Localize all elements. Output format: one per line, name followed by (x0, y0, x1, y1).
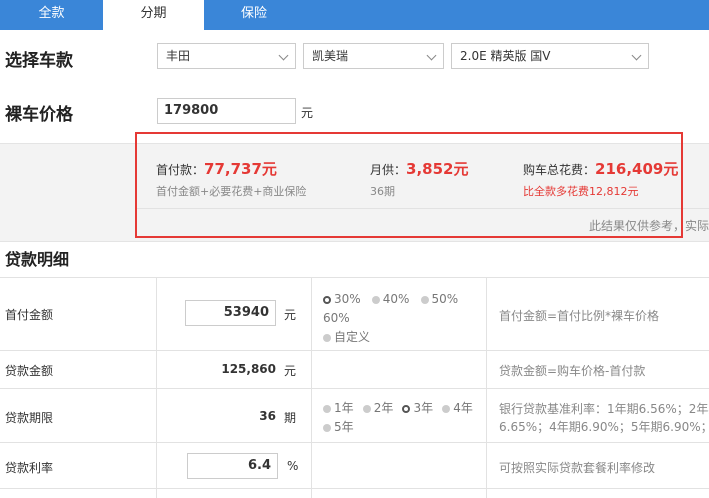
loan-term-note-line: 6.65%；4年期6.90%；5年期6.90%； (499, 420, 709, 434)
table-divider (0, 388, 709, 389)
table-column-divider (156, 277, 157, 498)
radio-option-label: 30% (334, 292, 361, 306)
loan-term-unit: 期 (284, 411, 297, 425)
radio-icon (371, 295, 380, 304)
loan-amount-value: 125,860 (221, 362, 276, 376)
loan-term-note: 银行贷款基准利率：1年期6.56%；2年期 6.65%；4年期6.90%；5年期… (499, 400, 709, 436)
radio-option[interactable]: 40% (371, 292, 410, 306)
row-label-loan-amount: 贷款金额 (5, 364, 54, 378)
table-column-divider (311, 277, 312, 498)
table-divider (0, 442, 709, 443)
loan-term-value: 36 (259, 409, 276, 423)
radio-option[interactable]: 4年 (442, 401, 473, 415)
select-model-label: 选择车款 (5, 51, 73, 71)
radio-option-label: 40% (382, 292, 410, 306)
radio-option-label: 5年 (334, 420, 354, 434)
radio-option[interactable]: 5年 (323, 420, 354, 434)
radio-option-label: 4年 (453, 401, 473, 415)
tab-label: 保险 (241, 6, 268, 21)
radio-option[interactable]: 1年 (323, 401, 354, 415)
radio-icon (362, 404, 371, 413)
radio-option[interactable]: 2年 (362, 401, 394, 415)
radio-icon (420, 295, 429, 304)
table-divider (0, 350, 709, 351)
loan-amount-note: 贷款金额=购车价格-首付款 (499, 364, 646, 378)
down-payment-input[interactable]: 53940 (185, 300, 276, 326)
loan-amount-unit: 元 (284, 364, 297, 378)
row-label-interest-rate: 贷款利率 (5, 461, 54, 475)
brand-select-value: 丰田 (166, 49, 191, 63)
tab-insurance[interactable]: 保险 (204, 0, 709, 30)
loan-term-note-line: 银行贷款基准利率：1年期6.56%；2年期 (499, 402, 709, 416)
highlight-box (135, 132, 683, 238)
tab-full-payment[interactable]: 全款 (0, 0, 103, 30)
radio-option-label: 2年 (373, 401, 394, 415)
interest-rate-note: 可按照实际贷款套餐利率修改 (499, 461, 656, 475)
loan-term-options: 1年 2年 3年 4年 5年 (323, 398, 486, 436)
interest-rate-unit: % (287, 459, 299, 473)
radio-icon (323, 333, 331, 342)
down-payment-note: 首付金额=首付比例*裸车价格 (499, 309, 660, 323)
radio-icon (323, 423, 331, 432)
row-label-loan-term: 贷款期限 (5, 411, 54, 425)
radio-option-label: 1年 (334, 401, 354, 415)
tab-bar: 全款 分期 保险 (0, 0, 709, 30)
radio-icon (442, 404, 451, 413)
interest-rate-input[interactable]: 6.4 (187, 453, 278, 479)
radio-option[interactable]: 50% (420, 292, 459, 306)
series-select[interactable]: 凯美瑞 (303, 43, 444, 69)
radio-option-label: 自定义 (334, 330, 371, 344)
tab-label: 全款 (38, 6, 65, 21)
radio-option[interactable]: 30% (323, 292, 361, 306)
radio-option[interactable]: 自定义 (323, 330, 370, 344)
car-price-label: 裸车价格 (5, 105, 73, 125)
chevron-down-icon (426, 50, 437, 61)
tab-label: 分期 (140, 6, 167, 21)
radio-option[interactable]: 3年 (402, 401, 433, 415)
version-select-value: 2.0E 精英版 国V (460, 49, 551, 63)
radio-checked-icon (323, 295, 331, 304)
table-divider (0, 277, 709, 278)
radio-option-label: 3年 (413, 401, 434, 415)
down-payment-unit: 元 (284, 308, 297, 322)
car-price-input[interactable]: 179800 (157, 98, 296, 124)
down-payment-ratio-options: 30% 40% 50% 60% 自定义 (323, 289, 483, 346)
tab-installment[interactable]: 分期 (103, 0, 204, 30)
row-label-down-payment: 首付金额 (5, 308, 54, 322)
radio-option-label: 50% (431, 292, 459, 306)
radio-option-label: 60% (323, 311, 350, 325)
chevron-down-icon (278, 50, 289, 61)
chevron-down-icon (631, 50, 642, 61)
table-column-divider (486, 277, 487, 498)
radio-checked-icon (402, 404, 411, 413)
radio-option[interactable]: 60% (323, 311, 350, 325)
radio-icon (323, 404, 331, 413)
car-price-unit: 元 (301, 106, 314, 120)
brand-select[interactable]: 丰田 (157, 43, 296, 69)
table-divider (0, 488, 709, 489)
series-select-value: 凯美瑞 (312, 49, 349, 63)
loan-detail-title: 贷款明细 (5, 250, 70, 269)
version-select[interactable]: 2.0E 精英版 国V (451, 43, 649, 69)
